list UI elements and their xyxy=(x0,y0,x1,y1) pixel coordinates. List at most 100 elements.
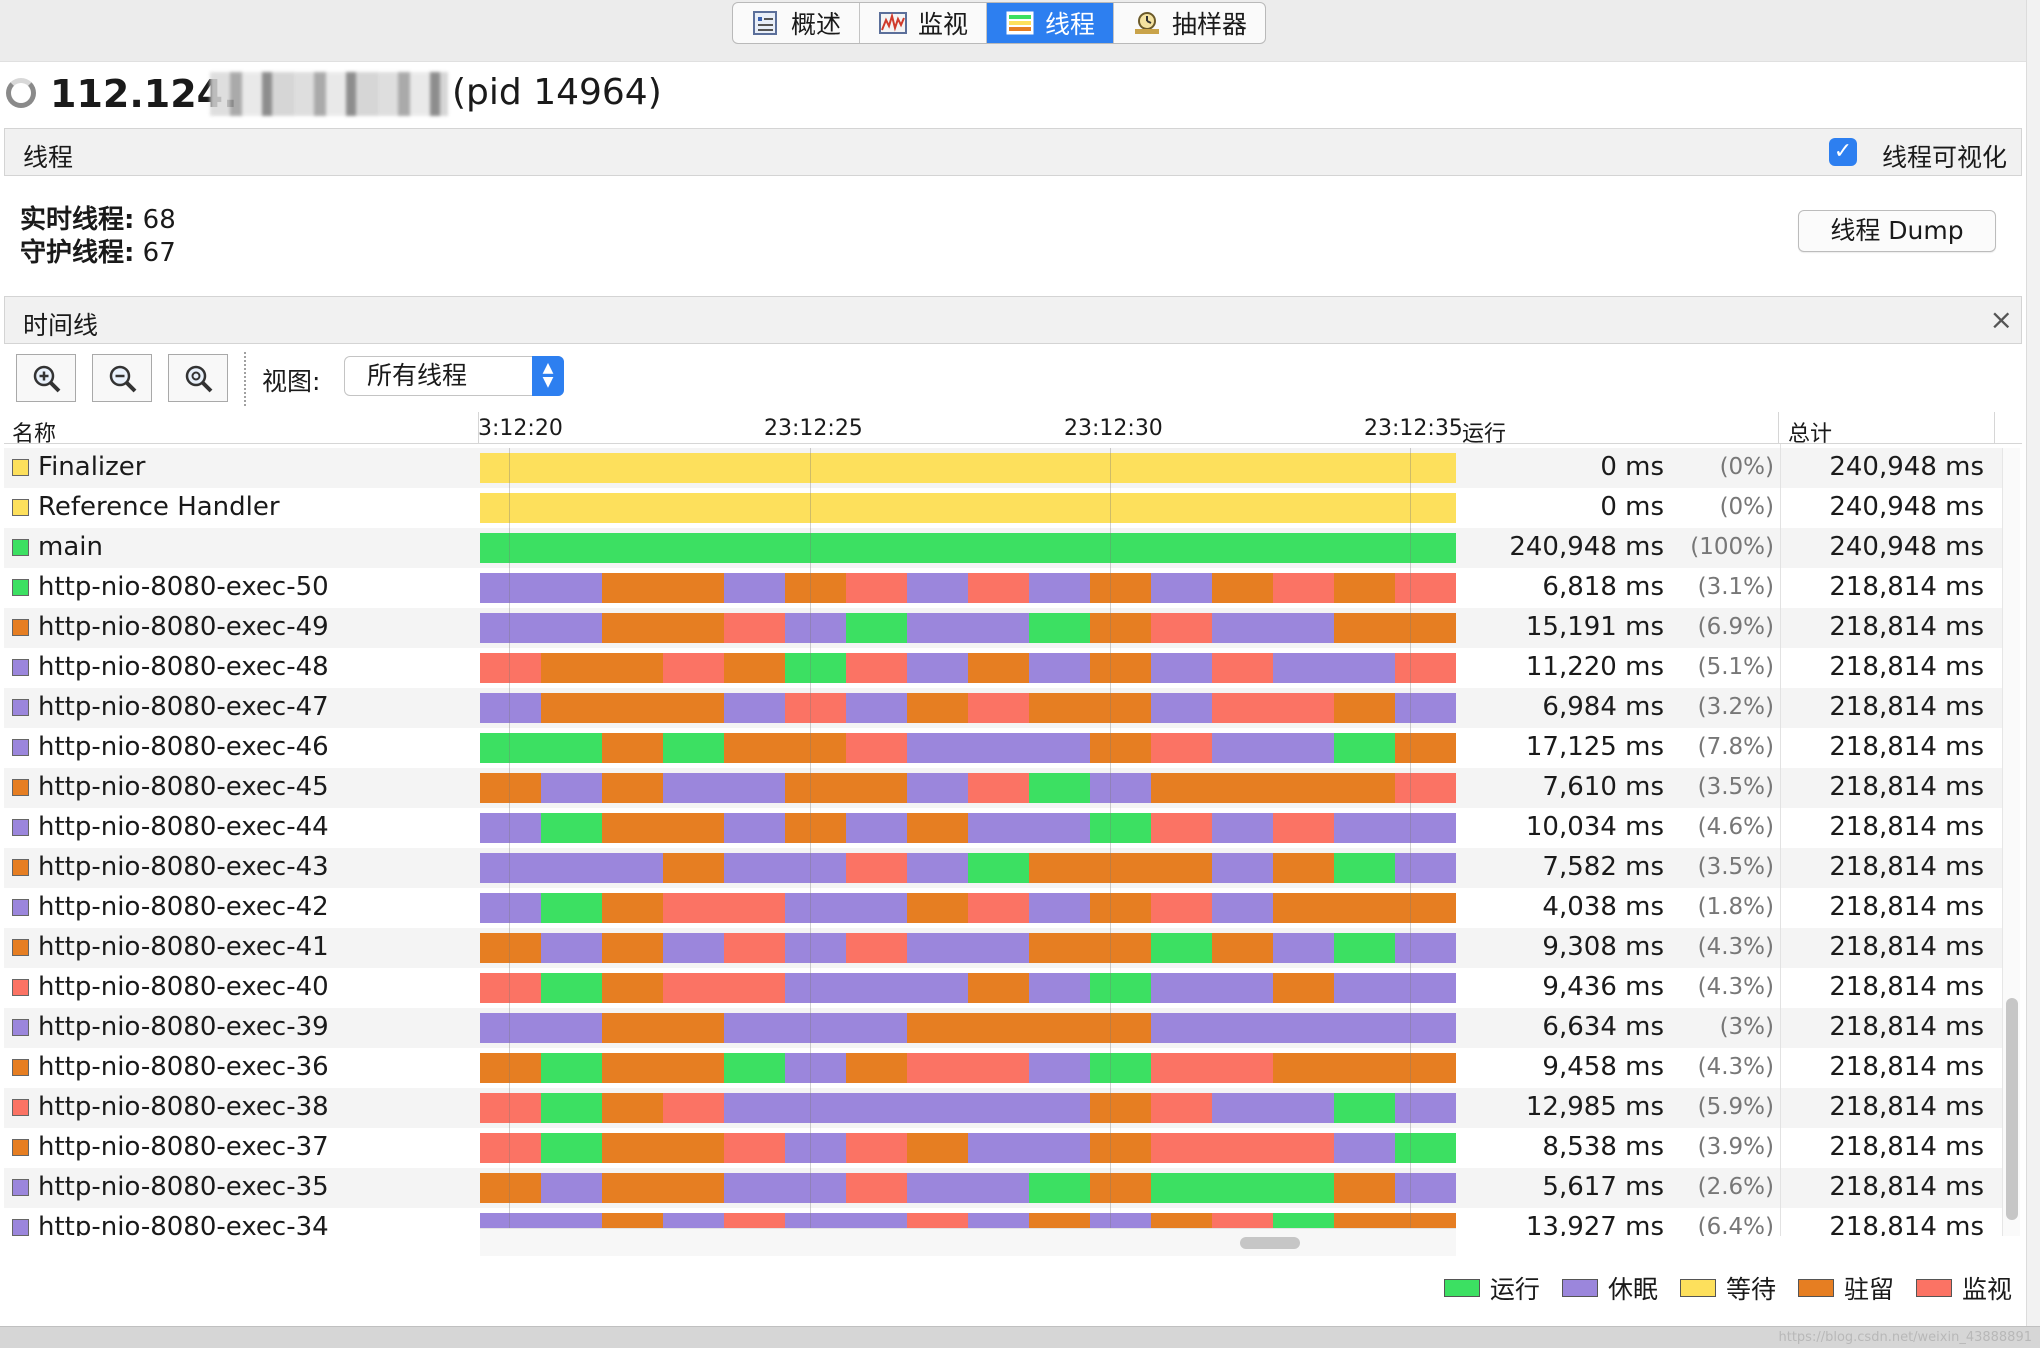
total-time: 218,814 ms xyxy=(1829,1092,1984,1122)
table-row[interactable]: main 240,948 ms (100%) 240,948 ms xyxy=(4,528,2004,568)
thread-timeline-bar xyxy=(480,693,1456,723)
running-percent: (100%) xyxy=(1690,534,1774,560)
timeline-segment-sleeping xyxy=(1395,853,1456,883)
timeline-segment-sleeping xyxy=(907,1173,969,1203)
timeline-segment-sleeping xyxy=(907,1093,969,1123)
timeline-segment-monitor xyxy=(968,773,1030,803)
thread-name: http-nio-8080-exec-44 xyxy=(38,812,329,842)
table-row[interactable]: http-nio-8080-exec-50 6,818 ms (3.1%) 218,8… xyxy=(4,568,2004,608)
tab-threads[interactable]: 线程 xyxy=(987,3,1115,43)
table-row[interactable]: http-nio-8080-exec-45 7,610 ms (3.5%) 218,8… xyxy=(4,768,2004,808)
zoom-out-button[interactable] xyxy=(92,354,152,402)
table-row[interactable]: http-nio-8080-exec-44 10,034 ms (4.6%) 218,… xyxy=(4,808,2004,848)
legend-swatch xyxy=(1561,1279,1598,1297)
timeline-segment-waiting xyxy=(602,453,664,483)
timeline-segment-sleeping xyxy=(1029,1093,1091,1123)
legend-swatch xyxy=(1915,1279,1952,1297)
scrollbar-thumb[interactable] xyxy=(1240,1237,1300,1249)
table-row[interactable]: http-nio-8080-exec-43 7,582 ms (3.5%) 218,8… xyxy=(4,848,2004,888)
timeline-segment-sleeping xyxy=(785,1133,847,1163)
zoom-fit-button[interactable] xyxy=(168,354,228,402)
table-row[interactable]: Reference Handler 0 ms (0%) 240,948 ms xyxy=(4,488,2004,528)
window-vertical-scrollbar[interactable] xyxy=(2026,0,2040,1326)
timeline-segment-sleeping xyxy=(480,693,542,723)
column-header-running[interactable]: 运行 xyxy=(1462,416,1506,448)
tab-label: 监视 xyxy=(918,10,969,39)
timeline-segment-sleeping xyxy=(1212,813,1274,843)
table-vertical-scrollbar[interactable] xyxy=(2002,448,2020,1236)
tab-monitor[interactable]: 监视 xyxy=(860,3,988,43)
table-row[interactable]: http-nio-8080-exec-38 12,985 ms (5.9%) 218,… xyxy=(4,1088,2004,1128)
tab-sampler[interactable]: 抽样器 xyxy=(1114,3,1265,43)
table-row[interactable]: http-nio-8080-exec-48 11,220 ms (5.1%) 218,… xyxy=(4,648,2004,688)
timeline-segment-park xyxy=(1334,1173,1396,1203)
table-row[interactable]: http-nio-8080-exec-40 9,436 ms (4.3%) 218,8… xyxy=(4,968,2004,1008)
timeline-horizontal-scrollbar[interactable] xyxy=(480,1228,1456,1256)
legend-item-running: 运行 xyxy=(1443,1270,1540,1306)
timeline-segment-park xyxy=(907,1133,969,1163)
table-row[interactable]: http-nio-8080-exec-47 6,984 ms (3.2%) 218,8… xyxy=(4,688,2004,728)
close-icon[interactable]: × xyxy=(1990,303,2013,336)
timeline-segment-sleeping xyxy=(846,813,908,843)
timeline-segment-sleeping xyxy=(785,1093,847,1123)
timeline-segment-running xyxy=(724,1053,786,1083)
timeline-segment-sleeping xyxy=(1151,1013,1213,1043)
table-row[interactable]: http-nio-8080-exec-42 4,038 ms (1.8%) 218,8… xyxy=(4,888,2004,928)
running-percent: (2.6%) xyxy=(1697,1174,1774,1200)
timeline-segment-park xyxy=(968,653,1030,683)
total-time: 218,814 ms xyxy=(1829,972,1984,1002)
timeline-segment-waiting xyxy=(846,493,908,523)
timeline-segment-monitor xyxy=(1212,653,1274,683)
timeline-segment-sleeping xyxy=(602,853,664,883)
timeline-segment-park xyxy=(1090,853,1152,883)
scrollbar-thumb[interactable] xyxy=(2006,998,2018,1220)
table-row[interactable]: http-nio-8080-exec-46 17,125 ms (7.8%) 218,… xyxy=(4,728,2004,768)
timeline-segment-park xyxy=(1212,933,1274,963)
thread-name: http-nio-8080-exec-41 xyxy=(38,932,329,962)
view-select[interactable]: 所有线程 ▲ ▼ xyxy=(344,356,564,396)
thread-state-swatch xyxy=(12,739,29,756)
timeline-segment-park xyxy=(602,733,664,763)
column-header-name[interactable]: 名称 xyxy=(12,416,56,448)
column-header-total[interactable]: 总计 xyxy=(1788,416,1832,448)
table-row[interactable]: http-nio-8080-exec-35 5,617 ms (2.6%) 218,8… xyxy=(4,1168,2004,1208)
table-row[interactable]: http-nio-8080-exec-37 8,538 ms (3.9%) 218,8… xyxy=(4,1128,2004,1168)
running-percent: (7.8%) xyxy=(1697,734,1774,760)
timeline-segment-park xyxy=(1090,1133,1152,1163)
table-row[interactable]: http-nio-8080-exec-41 9,308 ms (4.3%) 218,8… xyxy=(4,928,2004,968)
timeline-segment-park xyxy=(663,613,725,643)
thread-timeline-bar xyxy=(480,1093,1456,1123)
visualize-checkbox[interactable]: ✓ xyxy=(1829,138,1857,166)
table-row[interactable]: http-nio-8080-exec-39 6,634 ms (3%) 218,814… xyxy=(4,1008,2004,1048)
table-row[interactable]: Finalizer 0 ms (0%) 240,948 ms xyxy=(4,448,2004,488)
timeline-segment-park xyxy=(1334,693,1396,723)
timeline-segment-park xyxy=(785,813,847,843)
timeline-segment-sleeping xyxy=(663,773,725,803)
timeline-segment-waiting xyxy=(1273,493,1335,523)
timeline-segment-park xyxy=(1029,693,1091,723)
table-row[interactable]: http-nio-8080-exec-49 15,191 ms (6.9%) 218,… xyxy=(4,608,2004,648)
timeline-segment-park xyxy=(1090,573,1152,603)
timeline-segment-monitor xyxy=(480,653,542,683)
timeline-segment-sleeping xyxy=(1395,1173,1456,1203)
timeline-segment-sleeping xyxy=(724,773,786,803)
timeline-segment-park xyxy=(602,653,664,683)
timeline-segment-sleeping xyxy=(1395,973,1456,1003)
thread-name: http-nio-8080-exec-37 xyxy=(38,1132,329,1162)
timeline-segment-sleeping xyxy=(541,613,603,643)
live-threads-label: 实时线程: xyxy=(20,205,135,235)
timeline-segment-monitor xyxy=(724,933,786,963)
table-row[interactable]: http-nio-8080-exec-36 9,458 ms (4.3%) 218,8… xyxy=(4,1048,2004,1088)
timeline-segment-sleeping xyxy=(846,1093,908,1123)
timeline-segment-sleeping xyxy=(968,1173,1030,1203)
timeline-segment-waiting xyxy=(1273,453,1335,483)
zoom-in-button[interactable] xyxy=(16,354,76,402)
timeline-segment-monitor xyxy=(480,973,542,1003)
tab-overview[interactable]: 概述 xyxy=(733,3,861,43)
thread-state-swatch xyxy=(12,859,29,876)
timeline-segment-park xyxy=(907,893,969,923)
timeline-segment-park xyxy=(602,1013,664,1043)
timeline-segment-monitor xyxy=(1151,893,1213,923)
thread-dump-button[interactable]: 线程 Dump xyxy=(1798,210,1996,252)
timeline-segment-monitor xyxy=(1212,693,1274,723)
